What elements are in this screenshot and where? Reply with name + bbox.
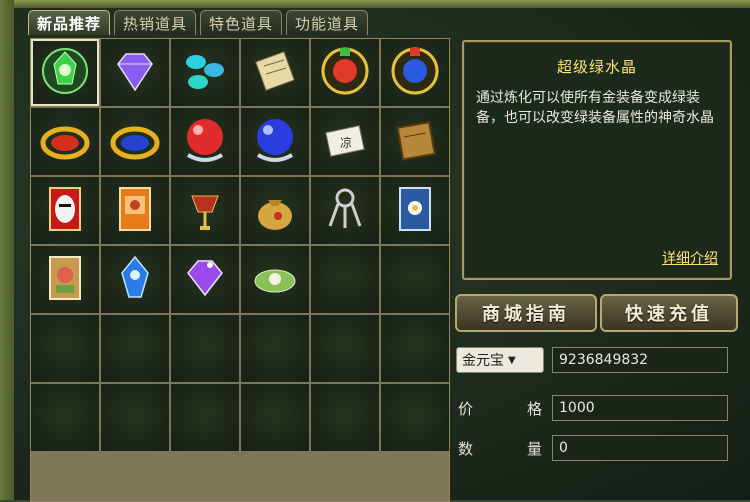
- currency-label: 金元宝: [462, 353, 504, 369]
- flower-card-icon: [388, 182, 442, 240]
- item-slot[interactable]: [241, 108, 309, 175]
- blue-ring-icon: [108, 113, 162, 171]
- money-bag-icon: [248, 182, 302, 240]
- blue-orb-medallion-icon: [388, 44, 442, 102]
- shop-guide-button[interactable]: 商城指南: [455, 294, 597, 332]
- portrait-card-icon: [38, 251, 92, 309]
- detail-link[interactable]: 详细介绍: [662, 248, 718, 268]
- item-slot[interactable]: [171, 384, 239, 451]
- key-ring-icon: [318, 182, 372, 240]
- item-slot[interactable]: [171, 315, 239, 382]
- item-slot[interactable]: [101, 177, 169, 244]
- item-slot[interactable]: [381, 177, 449, 244]
- lantern-icon: [178, 182, 232, 240]
- top-border: [0, 0, 750, 8]
- item-slot[interactable]: [311, 315, 379, 382]
- svg-text:凉: 凉: [340, 135, 352, 150]
- item-slot[interactable]: [241, 39, 309, 106]
- item-slot[interactable]: [171, 39, 239, 106]
- blue-crystal-icon: [108, 251, 162, 309]
- item-slot[interactable]: [101, 246, 169, 313]
- orange-card-icon: [108, 182, 162, 240]
- item-slot[interactable]: [31, 246, 99, 313]
- item-slot[interactable]: [101, 108, 169, 175]
- red-ring-icon: [38, 113, 92, 171]
- item-slot[interactable]: [381, 384, 449, 451]
- item-slot[interactable]: [311, 39, 379, 106]
- purple-diamond-icon: [108, 44, 162, 102]
- item-slot[interactable]: [241, 177, 309, 244]
- balance-field: 9236849832: [552, 347, 728, 373]
- item-slot[interactable]: [101, 39, 169, 106]
- item-grid: 凉: [30, 38, 450, 502]
- item-slot[interactable]: [381, 246, 449, 313]
- red-pearl-icon: [178, 113, 232, 171]
- purple-crystal-icon: [178, 251, 232, 309]
- opera-mask-card-icon: [38, 182, 92, 240]
- item-slot[interactable]: [381, 108, 449, 175]
- item-slot[interactable]: [31, 384, 99, 451]
- item-slot[interactable]: [31, 108, 99, 175]
- tab-function[interactable]: 功能道具: [286, 10, 369, 35]
- item-slot[interactable]: [381, 39, 449, 106]
- paper-note-icon: 凉: [318, 113, 372, 171]
- tab-bar: 新品推荐 热销道具 特色道具 功能道具: [28, 10, 369, 35]
- red-orb-medallion-icon: [318, 44, 372, 102]
- item-slot[interactable]: [101, 384, 169, 451]
- quantity-label: 数量: [458, 440, 542, 458]
- item-slot[interactable]: [241, 315, 309, 382]
- blue-gems-icon: [178, 44, 232, 102]
- item-slot[interactable]: [241, 246, 309, 313]
- item-slot[interactable]: [381, 315, 449, 382]
- left-border: [0, 0, 14, 500]
- green-crystal-icon: [38, 44, 92, 102]
- item-name: 超级绿水晶: [556, 58, 637, 76]
- chevron-down-icon: ▼: [508, 354, 516, 366]
- item-slot[interactable]: [171, 108, 239, 175]
- price-label: 价格: [458, 400, 542, 418]
- item-description: 通过炼化可以使所有金装备变成绿装备，也可以改变绿装备属性的神奇水晶: [476, 90, 714, 126]
- item-slot[interactable]: [311, 177, 379, 244]
- scroll-icon: [248, 44, 302, 102]
- item-slot[interactable]: [171, 177, 239, 244]
- quantity-field[interactable]: 0: [552, 435, 728, 461]
- currency-select[interactable]: 金元宝 ▼: [456, 347, 544, 373]
- item-slot[interactable]: [31, 315, 99, 382]
- tab-hot[interactable]: 热销道具: [114, 10, 197, 35]
- quick-recharge-button[interactable]: 快速充值: [600, 294, 738, 332]
- price-field: 1000: [552, 395, 728, 421]
- item-slot[interactable]: [241, 384, 309, 451]
- item-slot[interactable]: [311, 246, 379, 313]
- book-icon: [388, 113, 442, 171]
- item-slot[interactable]: [311, 384, 379, 451]
- item-slot[interactable]: [31, 39, 99, 106]
- item-slot[interactable]: [101, 315, 169, 382]
- item-slot[interactable]: 凉: [311, 108, 379, 175]
- tab-new[interactable]: 新品推荐: [28, 10, 111, 35]
- tab-special[interactable]: 特色道具: [200, 10, 283, 35]
- leaf-plate-icon: [248, 251, 302, 309]
- item-slot[interactable]: [171, 246, 239, 313]
- item-detail-panel: 超级绿水晶 通过炼化可以使所有金装备变成绿装备，也可以改变绿装备属性的神奇水晶 …: [462, 40, 732, 280]
- item-slot[interactable]: [31, 177, 99, 244]
- blue-pearl-icon: [248, 113, 302, 171]
